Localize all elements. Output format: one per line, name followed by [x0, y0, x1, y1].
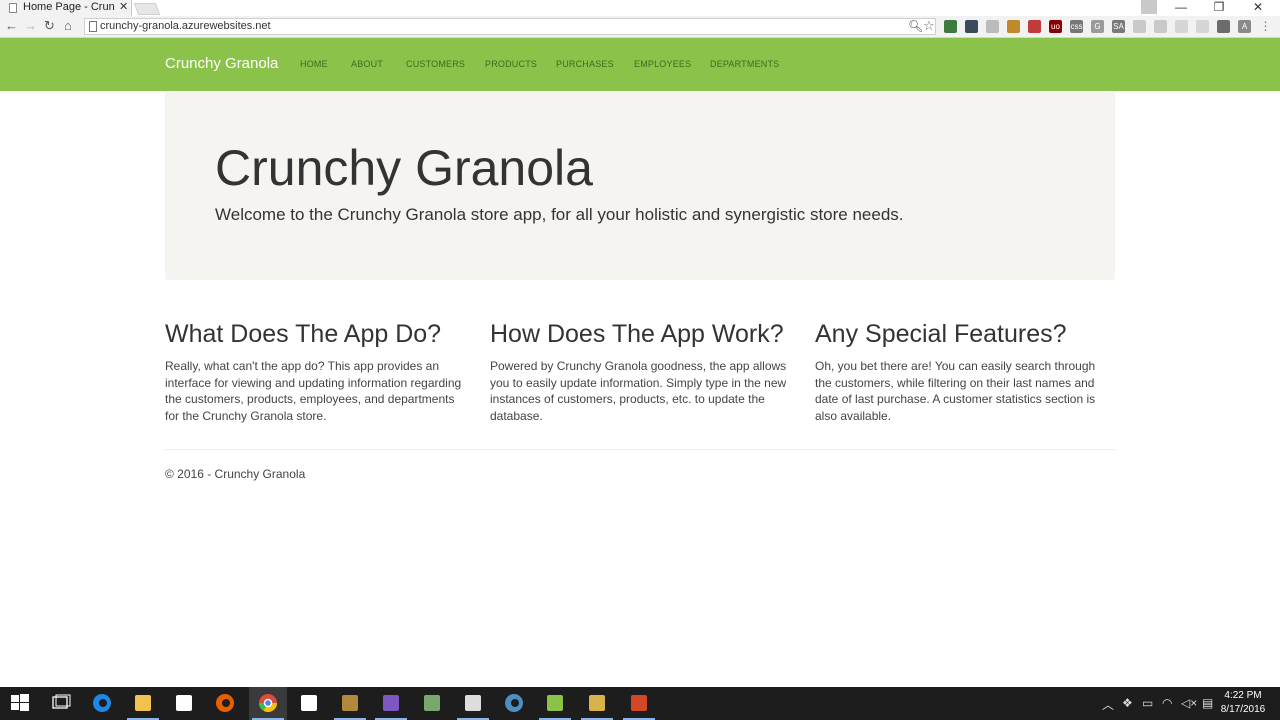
clock-time: 4:22 PM	[1224, 690, 1262, 701]
store-icon[interactable]	[173, 692, 195, 714]
reload-button[interactable]: ↻	[44, 18, 55, 34]
wifi-icon[interactable]: ◠	[1162, 696, 1172, 710]
page-info-icon[interactable]	[89, 21, 97, 32]
edge-icon[interactable]	[91, 692, 113, 714]
footer-divider	[165, 449, 1115, 450]
tab-title: Home Page - Crunch	[23, 1, 115, 13]
css-icon[interactable]: css	[1070, 20, 1083, 33]
terminal-icon[interactable]	[462, 692, 484, 714]
ublock-icon[interactable]: uo	[1049, 20, 1062, 33]
nav-home[interactable]: HOME	[300, 59, 328, 69]
shield-check-icon[interactable]	[944, 20, 957, 33]
dashed-box-icon[interactable]	[965, 20, 978, 33]
url-text[interactable]: crunchy-granola.azurewebsites.net	[100, 20, 271, 32]
notepad-icon[interactable]	[544, 692, 566, 714]
browser-tab[interactable]: Home Page - Crunch ✕	[0, 0, 132, 16]
git-icon[interactable]	[421, 692, 443, 714]
tools-icon[interactable]	[586, 692, 608, 714]
feature-text: Really, what can't the app do? This app …	[165, 359, 462, 424]
minimize-button[interactable]: —	[1166, 0, 1196, 14]
site-navbar: Crunchy Granola HOME ABOUT CUSTOMERS PRO…	[0, 38, 1280, 91]
windows-start-icon[interactable]	[9, 692, 31, 714]
nav-departments[interactable]: DEPARTMENTS	[710, 59, 779, 69]
feature-text: Oh, you bet there are! You can easily se…	[815, 359, 1096, 424]
a-icon[interactable]: A	[1238, 20, 1251, 33]
home-button[interactable]: ⌂	[64, 18, 72, 33]
forward-button[interactable]: →	[24, 18, 37, 33]
feature-column: What Does The App Do? Really, what can't…	[165, 320, 465, 425]
address-bar[interactable]: crunchy-granola.azurewebsites.net 🔍︎ ☆	[84, 18, 936, 35]
feature-column: How Does The App Work? Powered by Crunch…	[490, 320, 790, 425]
action-center-icon[interactable]: ▤	[1202, 696, 1213, 710]
close-window-button[interactable]: ✕	[1243, 0, 1273, 14]
page-favicon-icon	[9, 3, 17, 13]
battery-icon[interactable]: ▭	[1142, 696, 1153, 710]
tab-close-icon[interactable]: ✕	[119, 0, 128, 13]
sa-icon[interactable]: SA	[1112, 20, 1125, 33]
feature-heading: How Does The App Work?	[490, 320, 784, 348]
browser-tabstrip: Home Page - Crunch ✕ — ❐ ✕	[0, 0, 1280, 16]
nav-customers[interactable]: CUSTOMERS	[406, 59, 465, 69]
settings-icon[interactable]	[298, 692, 320, 714]
nav-products[interactable]: PRODUCTS	[485, 59, 537, 69]
app-icon[interactable]	[339, 692, 361, 714]
grey-box-icon[interactable]	[1133, 20, 1146, 33]
show-hidden-icons-icon[interactable]: ︿	[1102, 696, 1114, 713]
g-icon[interactable]: G	[1091, 20, 1104, 33]
bulb-icon[interactable]	[986, 20, 999, 33]
profile-button[interactable]	[1141, 0, 1157, 14]
globe-icon[interactable]	[503, 692, 525, 714]
chat-icon[interactable]	[1217, 20, 1230, 33]
lead-text: Welcome to the Crunchy Granola store app…	[215, 205, 904, 224]
feature-text: Powered by Crunchy Granola goodness, the…	[490, 359, 787, 424]
footer-text: © 2016 - Crunchy Granola	[165, 467, 306, 481]
back-button[interactable]: ←	[5, 18, 18, 33]
powerpoint-icon[interactable]	[628, 692, 650, 714]
jumbotron: Crunchy Granola Welcome to the Crunchy G…	[165, 91, 1115, 280]
bookmark-star-icon[interactable]: ☆	[923, 18, 935, 34]
feature-heading: Any Special Features?	[815, 320, 1067, 348]
visual-studio-icon[interactable]	[380, 692, 402, 714]
clock-date: 8/17/2016	[1220, 704, 1266, 715]
menu-icon[interactable]: ⋮	[1259, 20, 1272, 33]
zoom-icon[interactable]: 🔍︎	[908, 19, 923, 33]
chrome-icon[interactable]	[257, 692, 279, 714]
page-title: Crunchy Granola	[215, 140, 593, 196]
dropbox-icon[interactable]: ❖	[1122, 696, 1133, 710]
grey-swirl-icon[interactable]	[1196, 20, 1209, 33]
nav-employees[interactable]: EMPLOYEES	[634, 59, 691, 69]
nav-purchases[interactable]: PURCHASES	[556, 59, 614, 69]
task-view-icon[interactable]	[50, 692, 72, 714]
volume-muted-icon[interactable]: ◁×	[1181, 696, 1197, 710]
hand-icon[interactable]	[1007, 20, 1020, 33]
taskbar-clock[interactable]: 4:22 PM 8/17/2016	[1220, 689, 1266, 717]
grid-icon[interactable]	[1028, 20, 1041, 33]
brand-link[interactable]: Crunchy Granola	[165, 55, 278, 72]
windows-taskbar: ︿ ❖ ▭ ◠ ◁× ▤ 4:22 PM 8/17/2016	[0, 687, 1280, 720]
browser-toolbar: ← → ↻ ⌂ crunchy-granola.azurewebsites.ne…	[0, 16, 1280, 38]
feature-heading: What Does The App Do?	[165, 320, 442, 348]
grey-box-icon[interactable]	[1154, 20, 1167, 33]
restore-button[interactable]: ❐	[1204, 0, 1234, 14]
feature-column: Any Special Features? Oh, you bet there …	[815, 320, 1115, 425]
nav-about[interactable]: ABOUT	[351, 59, 383, 69]
firefox-icon[interactable]	[214, 692, 236, 714]
file-explorer-icon[interactable]	[132, 692, 154, 714]
new-tab-button[interactable]	[133, 3, 161, 15]
grey-arrow-icon[interactable]	[1175, 20, 1188, 33]
